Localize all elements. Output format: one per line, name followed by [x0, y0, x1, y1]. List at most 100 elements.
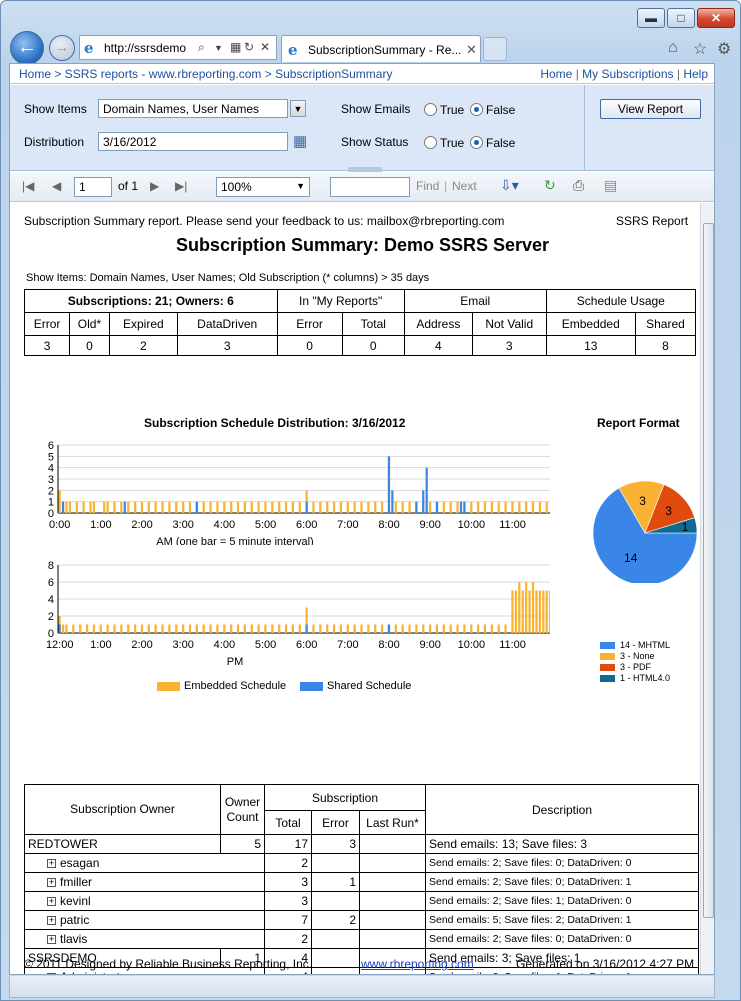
- embedded-bar: [374, 501, 377, 513]
- my-subscriptions-link[interactable]: My Subscriptions: [582, 67, 673, 81]
- owner-user-name[interactable]: tlavis: [60, 932, 87, 946]
- x-tick-label: 3:00: [173, 639, 194, 651]
- show-emails-true-radio[interactable]: [424, 103, 437, 116]
- new-tab-button[interactable]: [483, 37, 507, 61]
- close-button[interactable]: ✕: [697, 8, 735, 28]
- embedded-bar: [133, 501, 137, 513]
- embedded-bar: [380, 501, 384, 513]
- back-button[interactable]: ←: [10, 31, 44, 65]
- address-url[interactable]: http://ssrsdemo: [104, 41, 186, 55]
- owner-user-name[interactable]: kevinl: [60, 894, 91, 908]
- expand-plus-icon[interactable]: +: [47, 897, 56, 907]
- embedded-bar: [89, 501, 92, 513]
- minimize-button[interactable]: ▬: [637, 8, 665, 28]
- embedded-bar: [175, 624, 178, 633]
- pie-legend-swatch: [600, 664, 615, 672]
- owners-table-row: REDTOWER 5 17 3 Send emails: 13; Save files:…: [24, 834, 699, 854]
- home-icon[interactable]: ⌂: [668, 39, 678, 57]
- y-tick-label: 2: [48, 611, 54, 623]
- embedded-bar: [360, 501, 363, 513]
- next-page-icon[interactable]: ▶: [150, 179, 159, 193]
- scrollbar-thumb[interactable]: [703, 223, 714, 918]
- show-emails-false-radio[interactable]: [470, 103, 483, 116]
- expand-plus-icon[interactable]: +: [47, 916, 56, 926]
- summary-value: 0: [69, 335, 110, 356]
- owner-description: Send emails: 2; Save files: 0; DataDrive…: [425, 853, 699, 873]
- tab-close-icon[interactable]: ✕: [466, 42, 477, 58]
- first-page-icon[interactable]: |◀: [22, 179, 34, 193]
- next-link[interactable]: Next: [452, 179, 477, 193]
- pie-slice-label: 14: [624, 551, 638, 565]
- x-tick-label: 11:00: [499, 519, 526, 531]
- tab-subscription-summary[interactable]: e SubscriptionSummary - Re... ✕: [281, 35, 481, 62]
- refresh-icon[interactable]: ↻: [244, 40, 254, 54]
- compat-view-icon[interactable]: ▦: [230, 40, 241, 54]
- footer-website-link[interactable]: www.rbreporting.com: [361, 957, 474, 971]
- show-status-true-radio[interactable]: [424, 136, 437, 149]
- show-items-select[interactable]: Domain Names, User Names: [98, 99, 288, 118]
- owner-group-name: REDTOWER: [24, 834, 221, 854]
- help-link[interactable]: Help: [683, 67, 708, 81]
- previous-page-icon[interactable]: ◀: [52, 179, 61, 193]
- expand-plus-icon[interactable]: +: [47, 973, 56, 974]
- embedded-bar: [175, 501, 178, 513]
- owner-user-name[interactable]: patric: [60, 913, 89, 927]
- embedded-bar: [525, 582, 528, 633]
- address-bar[interactable]: e http://ssrsdemo ⌕ ▼ ▦ ↻ ✕: [79, 35, 277, 60]
- forward-button[interactable]: →: [49, 35, 75, 61]
- show-status-false-radio[interactable]: [470, 136, 483, 149]
- embedded-bar: [209, 624, 212, 633]
- owner-user-name[interactable]: esagan: [60, 856, 99, 870]
- embedded-bar: [504, 624, 507, 633]
- page-number-input[interactable]: 1: [74, 177, 112, 197]
- favorites-star-icon[interactable]: ☆: [693, 39, 707, 59]
- embedded-bar: [525, 501, 528, 513]
- expand-plus-icon[interactable]: +: [47, 878, 56, 888]
- embedded-bar: [257, 501, 260, 513]
- last-page-icon[interactable]: ▶|: [175, 179, 187, 193]
- owner-user-name[interactable]: fmiller: [60, 875, 92, 889]
- embedded-bar: [497, 501, 500, 513]
- dropdown-icon[interactable]: ▼: [214, 43, 223, 53]
- embedded-bar: [353, 624, 356, 633]
- embedded-bar: [202, 624, 205, 633]
- data-feed-icon[interactable]: ▤: [604, 177, 617, 194]
- embedded-bar: [291, 624, 295, 633]
- summary-col-header: Total: [341, 312, 405, 336]
- distribution-date-input[interactable]: 3/16/2012: [98, 132, 288, 151]
- owners-header-lastrun: Last Run*: [359, 810, 426, 835]
- view-report-button[interactable]: View Report: [600, 99, 701, 119]
- expand-plus-icon[interactable]: +: [47, 859, 56, 869]
- embedded-bar: [542, 590, 545, 633]
- report-vertical-scrollbar[interactable]: [700, 203, 714, 974]
- shared-bar: [61, 501, 65, 513]
- tools-gear-icon[interactable]: ⚙: [717, 39, 731, 59]
- embedded-bar: [531, 501, 535, 513]
- embedded-bar: [504, 501, 507, 513]
- embedded-bar: [65, 624, 68, 633]
- owner-total: 2: [264, 929, 312, 949]
- maximize-button[interactable]: □: [667, 8, 695, 28]
- zoom-select[interactable]: 100% ▼: [216, 177, 310, 197]
- home-link[interactable]: Home: [540, 67, 572, 81]
- stop-icon[interactable]: ✕: [260, 40, 270, 54]
- find-input[interactable]: [330, 177, 410, 197]
- report-title: Subscription Summary: Demo SSRS Server: [175, 235, 550, 255]
- summary-col-header: Error: [23, 312, 71, 336]
- embedded-bar: [161, 624, 164, 633]
- refresh-report-icon[interactable]: ↻: [544, 177, 556, 194]
- embedded-bar: [278, 624, 281, 633]
- summary-value: 13: [545, 335, 636, 356]
- breadcrumb-path[interactable]: Home > SSRS reports - www.rbreporting.co…: [19, 67, 392, 81]
- export-icon[interactable]: ⇩▾: [500, 177, 519, 194]
- embedded-bar: [545, 590, 548, 633]
- expand-plus-icon[interactable]: +: [47, 935, 56, 945]
- shared-bar: [305, 501, 308, 513]
- find-link[interactable]: Find: [416, 179, 439, 193]
- print-icon[interactable]: ⎙: [573, 177, 584, 194]
- show-items-dropdown-button[interactable]: ▼: [290, 100, 306, 117]
- search-icon[interactable]: ⌕: [198, 40, 205, 55]
- shared-bar: [459, 501, 463, 513]
- calendar-icon[interactable]: ▦: [293, 132, 307, 150]
- x-tick-label: 11:00: [499, 639, 526, 651]
